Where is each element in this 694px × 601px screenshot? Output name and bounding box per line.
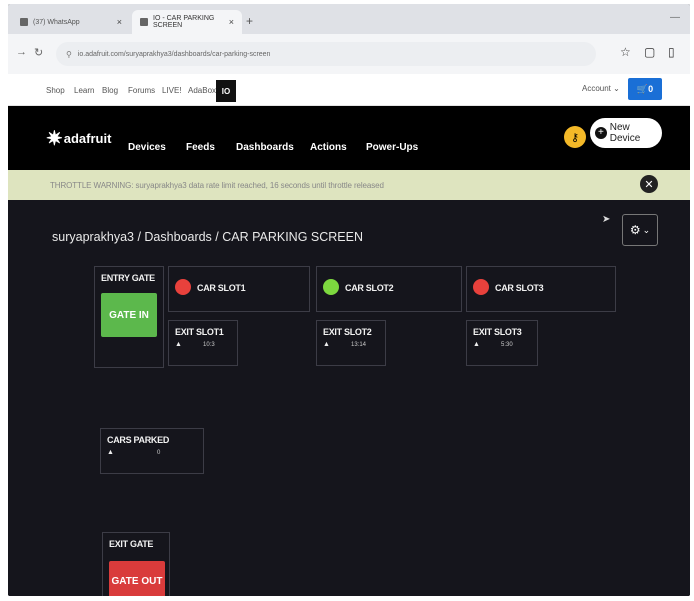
block-title: EXIT SLOT2: [323, 327, 372, 337]
tab-label: IO - CAR PARKING SCREEN: [153, 15, 215, 29]
car-icon: ▲: [175, 341, 182, 348]
car-slot-2-block: CAR SLOT2: [316, 266, 462, 312]
car-icon: ▲: [107, 449, 114, 456]
block-title: EXIT GATE: [109, 539, 154, 549]
cart-button[interactable]: 🛒 0: [628, 78, 662, 100]
new-device-label: New Device: [609, 122, 641, 144]
extensions-icon[interactable]: ▢: [644, 45, 655, 59]
top-link-blog[interactable]: Blog: [102, 86, 118, 95]
block-title: EXIT SLOT1: [175, 327, 224, 337]
car-slot-1-block: CAR SLOT1: [168, 266, 310, 312]
slot-led-indicator: [473, 279, 489, 295]
close-icon: ✕: [644, 178, 654, 191]
main-nav: ✷ adafruit Devices Feeds Dashboards Acti…: [8, 106, 690, 170]
car-icon: ▲: [473, 341, 480, 348]
block-title: EXIT SLOT3: [473, 327, 522, 337]
stream-value: 10:3: [203, 342, 215, 348]
account-menu[interactable]: Account ⌄: [582, 84, 620, 93]
cart-icon: 🛒: [636, 83, 649, 94]
entry-gate-block: ENTRY GATE GATE IN: [94, 266, 164, 368]
mouse-cursor-icon: ➤: [602, 214, 611, 225]
warning-text: THROTTLE WARNING: suryaprakhya3 data rat…: [50, 181, 384, 190]
nav-feeds[interactable]: Feeds: [186, 142, 215, 153]
minimize-icon[interactable]: —: [670, 12, 680, 23]
slot-led-indicator: [323, 279, 339, 295]
forward-icon[interactable]: →: [16, 46, 27, 58]
dashboard-settings-button[interactable]: ⚙ ⌄: [622, 214, 658, 246]
account-label: Account: [582, 84, 611, 93]
top-link-shop[interactable]: Shop: [46, 86, 65, 95]
nav-devices[interactable]: Devices: [128, 142, 166, 153]
plus-icon: +: [595, 127, 607, 139]
stream-value: 13:14: [351, 342, 367, 348]
key-icon: ⚷: [570, 131, 580, 144]
logo-text: adafruit: [63, 131, 112, 146]
tab-label: (37) WhatsApp: [33, 18, 80, 26]
tab-strip: (37) WhatsApp × IO - CAR PARKING SCREEN …: [8, 4, 690, 34]
exit-gate-block: EXIT GATE GATE OUT: [102, 532, 170, 596]
car-slot-3-block: CAR SLOT3: [466, 266, 616, 312]
whatsapp-icon: [20, 18, 28, 26]
close-warning-button[interactable]: ✕: [640, 175, 658, 193]
exit-slot-2-block: EXIT SLOT2 ▲ 13:14: [316, 320, 386, 366]
slot-name: CAR SLOT1: [197, 283, 246, 293]
slot-name: CAR SLOT3: [495, 283, 544, 293]
sidepanel-icon[interactable]: ▯: [668, 45, 675, 59]
site-info-icon[interactable]: ⚲: [66, 50, 72, 59]
adafruit-tab-icon: [140, 18, 148, 26]
slot-name: CAR SLOT2: [345, 283, 394, 293]
address-bar: → ↻ ⚲ io.adafruit.com/suryaprakhya3/dash…: [8, 34, 690, 74]
browser-window: (37) WhatsApp × IO - CAR PARKING SCREEN …: [8, 4, 690, 596]
url-input[interactable]: ⚲ io.adafruit.com/suryaprakhya3/dashboar…: [56, 42, 596, 66]
block-title: CARS PARKED: [107, 435, 170, 445]
top-link-adabox[interactable]: AdaBox: [188, 86, 216, 95]
close-tab-icon[interactable]: ×: [229, 17, 234, 27]
new-device-button[interactable]: + New Device: [590, 118, 662, 148]
stream-value: 0: [157, 450, 161, 456]
adafruit-star-icon: ✷: [46, 128, 63, 150]
chevron-down-icon: ⌄: [642, 224, 651, 235]
cars-parked-block: CARS PARKED ▲ 0: [100, 428, 204, 474]
nav-dashboards[interactable]: Dashboards: [236, 142, 294, 153]
io-link[interactable]: IO: [216, 80, 236, 102]
gate-in-button[interactable]: GATE IN: [101, 293, 157, 337]
reload-icon[interactable]: ↻: [34, 46, 43, 59]
close-tab-icon[interactable]: ×: [117, 17, 122, 27]
throttle-warning: THROTTLE WARNING: suryaprakhya3 data rat…: [8, 170, 690, 200]
tab-whatsapp[interactable]: (37) WhatsApp ×: [12, 10, 130, 34]
site-top-bar: Shop Learn Blog Forums LIVE! AdaBox IO A…: [8, 74, 690, 106]
nav-actions[interactable]: Actions: [310, 142, 347, 153]
top-link-learn[interactable]: Learn: [74, 86, 94, 95]
exit-slot-1-block: EXIT SLOT1 ▲ 10:3: [168, 320, 238, 366]
star-icon[interactable]: ☆: [620, 45, 631, 59]
tab-car-parking[interactable]: IO - CAR PARKING SCREEN ×: [132, 10, 242, 34]
car-icon: ▲: [323, 341, 330, 348]
key-button[interactable]: ⚷: [564, 126, 586, 148]
block-title: ENTRY GATE: [101, 273, 155, 283]
slot-led-indicator: [175, 279, 191, 295]
adafruit-logo[interactable]: ✷ adafruit: [46, 126, 111, 151]
gear-icon: ⚙: [629, 223, 641, 237]
nav-power-ups[interactable]: Power-Ups: [366, 142, 418, 153]
dashboard-area: suryaprakhya3 / Dashboards / CAR PARKING…: [8, 200, 690, 596]
cart-count: 0: [648, 84, 654, 94]
top-link-forums[interactable]: Forums: [128, 86, 155, 95]
gate-out-button[interactable]: GATE OUT: [109, 561, 165, 596]
breadcrumb: suryaprakhya3 / Dashboards / CAR PARKING…: [52, 230, 363, 244]
new-tab-icon[interactable]: +: [246, 14, 253, 28]
top-link-live[interactable]: LIVE!: [162, 86, 182, 95]
stream-value: 5:30: [501, 342, 513, 348]
exit-slot-3-block: EXIT SLOT3 ▲ 5:30: [466, 320, 538, 366]
url-text: io.adafruit.com/suryaprakhya3/dashboards…: [77, 50, 271, 58]
